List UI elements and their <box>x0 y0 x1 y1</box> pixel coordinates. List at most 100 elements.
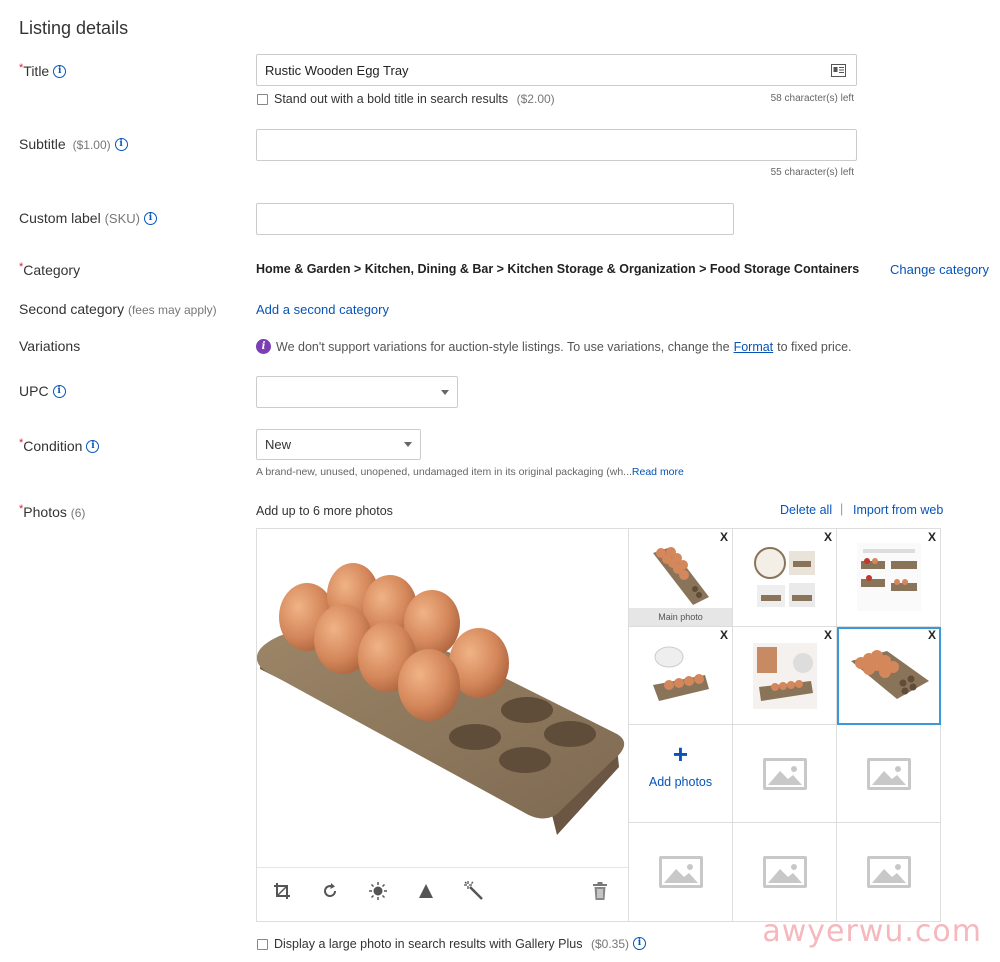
category-label-text: Category <box>23 262 81 278</box>
empty-photo-slot[interactable] <box>837 823 941 922</box>
image-placeholder-icon <box>658 856 703 888</box>
import-from-web-link[interactable]: Import from web <box>853 503 943 517</box>
brightness-icon[interactable] <box>366 879 390 903</box>
empty-photo-slot[interactable] <box>837 725 941 823</box>
magic-wand-icon[interactable] <box>462 879 486 903</box>
empty-photo-slot[interactable] <box>733 725 837 823</box>
photo-thumb[interactable]: Main photo X <box>629 529 733 627</box>
add-photos-label: Add photos <box>648 775 713 789</box>
main-photo-editor <box>256 528 629 922</box>
variations-message: i We don't support variations for auctio… <box>256 339 852 354</box>
contrast-icon[interactable] <box>414 879 438 903</box>
title-label-text: Title <box>23 63 50 79</box>
info-purple-icon: i <box>256 339 271 354</box>
remove-photo-button[interactable]: X <box>928 628 936 642</box>
info-icon[interactable]: i <box>52 384 66 398</box>
info-icon[interactable]: i <box>633 937 646 951</box>
bold-title-text: Stand out with a bold title in search re… <box>274 92 509 106</box>
upc-select[interactable] <box>256 376 458 408</box>
add-second-category-link[interactable]: Add a second category <box>256 302 389 317</box>
trash-icon[interactable] <box>588 879 612 903</box>
gallery-plus-text: Display a large photo in search results … <box>274 937 583 951</box>
subtitle-label: Subtitle ($1.00) i <box>19 136 128 152</box>
photo-thumb-selected[interactable]: X <box>837 627 941 725</box>
required-mark: * <box>19 62 24 74</box>
info-icon[interactable]: i <box>53 64 67 78</box>
title-label: *Title i <box>19 62 67 79</box>
title-counter: 58 character(s) left <box>770 93 854 104</box>
category-path: Home & Garden > Kitchen, Dining & Bar > … <box>256 262 860 276</box>
condition-select[interactable]: New <box>256 429 421 460</box>
chevron-down-icon <box>404 442 412 447</box>
photos-label: *Photos (6) <box>19 503 86 520</box>
condition-label-text: Condition <box>23 438 83 454</box>
remove-photo-button[interactable]: X <box>928 530 936 544</box>
remove-photo-button[interactable]: X <box>824 628 832 642</box>
gallery-plus-option[interactable]: Display a large photo in search results … <box>257 937 646 951</box>
image-placeholder-icon <box>762 757 807 790</box>
delete-all-link[interactable]: Delete all <box>780 503 832 517</box>
required-mark: * <box>19 437 24 449</box>
remove-photo-button[interactable]: X <box>824 530 832 544</box>
empty-photo-slot[interactable] <box>733 823 837 922</box>
title-input[interactable]: Rustic Wooden Egg Tray <box>256 54 857 86</box>
egg-tray-main-image <box>257 563 625 835</box>
info-icon[interactable]: i <box>114 137 128 151</box>
second-category-label-text: Second category <box>19 301 125 317</box>
upc-label-text: UPC <box>19 383 49 399</box>
egg-tray-selected-image <box>851 650 929 699</box>
required-mark: * <box>19 503 24 515</box>
custom-label-label: Custom label (SKU) i <box>19 210 157 226</box>
remove-photo-button[interactable]: X <box>720 628 728 642</box>
photo-thumb[interactable]: X <box>629 627 733 725</box>
link-separator: | <box>840 502 844 516</box>
photos-hint: Add up to 6 more photos <box>256 504 393 518</box>
photo-thumb[interactable]: X <box>837 529 941 627</box>
read-more-link[interactable]: Read more <box>632 466 684 478</box>
empty-photo-slot[interactable] <box>629 823 733 922</box>
category-label: *Category <box>19 261 81 278</box>
required-mark: * <box>19 261 24 273</box>
format-link[interactable]: Format <box>734 340 774 354</box>
chevron-down-icon <box>441 389 449 395</box>
photo-thumb[interactable]: X <box>733 529 837 627</box>
remove-photo-button[interactable]: X <box>720 530 728 544</box>
bold-title-price: ($2.00) <box>516 92 555 106</box>
photos-label-text: Photos <box>23 504 67 520</box>
photo-thumb[interactable]: X <box>733 627 837 725</box>
egg-tray-thumb-image <box>653 547 709 605</box>
rotate-icon[interactable] <box>318 879 342 903</box>
sku-suffix: (SKU) <box>104 211 140 226</box>
gallery-plus-checkbox[interactable] <box>257 939 268 951</box>
bold-title-option[interactable]: Stand out with a bold title in search re… <box>257 92 555 106</box>
condition-description: A brand-new, unused, unopened, undamaged… <box>256 466 684 478</box>
condition-label: *Condition i <box>19 437 100 454</box>
variations-text-post: to fixed price. <box>777 339 852 354</box>
upc-label: UPC i <box>19 383 66 399</box>
condition-select-value: New <box>265 437 292 452</box>
hand-tray-thumb-image <box>753 643 817 709</box>
toolbar-divider <box>257 867 628 868</box>
address-card-icon[interactable] <box>831 64 846 77</box>
dimensions-thumb-image <box>857 543 921 611</box>
info-icon[interactable]: i <box>86 439 100 453</box>
subtitle-input[interactable] <box>256 129 857 161</box>
plus-icon: + <box>672 739 689 769</box>
gallery-plus-price: ($0.35) <box>590 937 629 951</box>
subtitle-label-text: Subtitle <box>19 136 66 152</box>
add-photos-button[interactable]: + Add photos <box>629 725 733 823</box>
image-placeholder-icon <box>762 856 807 888</box>
bold-title-checkbox[interactable] <box>257 94 268 106</box>
image-placeholder-icon <box>866 856 911 888</box>
subtitle-counter: 55 character(s) left <box>770 167 854 178</box>
photos-count: (6) <box>70 506 86 520</box>
crop-icon[interactable] <box>270 879 294 903</box>
custom-label-input[interactable] <box>256 203 734 235</box>
second-category-label: Second category (fees may apply) <box>19 301 217 317</box>
subtitle-price: ($1.00) <box>72 138 111 152</box>
image-placeholder-icon <box>866 757 911 790</box>
change-category-link[interactable]: Change category <box>890 262 989 277</box>
custom-label-text: Custom label <box>19 210 101 226</box>
title-input-value: Rustic Wooden Egg Tray <box>265 63 409 78</box>
info-icon[interactable]: i <box>143 211 157 225</box>
